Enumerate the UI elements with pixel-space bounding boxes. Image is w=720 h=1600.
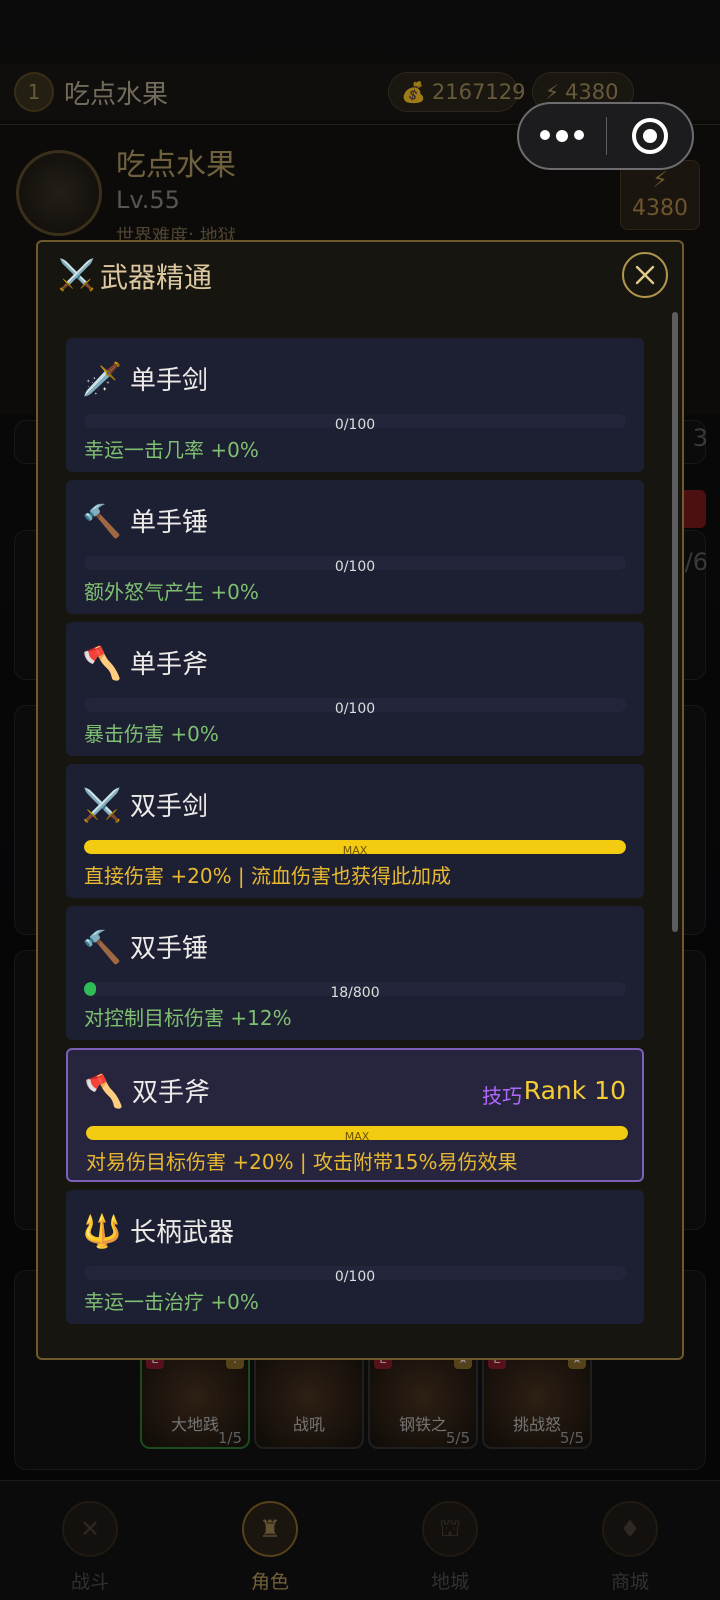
hammer-icon: 🔨 bbox=[82, 928, 122, 966]
axe-icon: 🪓 bbox=[82, 644, 122, 682]
mastery-card[interactable]: 🔨 单手锤 0/100 额外怒气产生 +0% bbox=[66, 480, 644, 614]
dot-icon bbox=[556, 130, 569, 142]
axe-icon: 🪓 bbox=[84, 1072, 124, 1110]
dot-icon bbox=[540, 130, 551, 140]
progress-text: 18/800 bbox=[330, 985, 380, 1001]
mastery-card[interactable]: 🪓 双手斧 技巧 Rank 10 MAX 对易伤目标伤害 +20% | 攻击附带15%易伤… bbox=[66, 1048, 644, 1182]
weapon-name: 单手锤 bbox=[130, 508, 209, 538]
close-button[interactable] bbox=[622, 252, 668, 298]
crossed-swords-icon: ⚔️ bbox=[82, 786, 122, 824]
progress-text: 0/100 bbox=[334, 1269, 376, 1285]
weapon-name: 双手斧 bbox=[132, 1078, 211, 1108]
modal-header: ⚔️ 武器精通 bbox=[38, 242, 682, 308]
dagger-icon: 🗡️ bbox=[82, 360, 122, 398]
weapon-name: 单手剑 bbox=[130, 366, 209, 396]
mastery-type: 技巧 bbox=[482, 1084, 522, 1108]
bonus-description: 幸运一击几率 +0% bbox=[84, 438, 259, 462]
progress-text: 0/100 bbox=[334, 701, 376, 717]
progress-text: MAX bbox=[342, 844, 368, 857]
modal-title: 武器精通 bbox=[100, 261, 213, 294]
mastery-rank: Rank 10 bbox=[523, 1076, 626, 1105]
weapon-name: 单手斧 bbox=[130, 650, 209, 680]
mastery-list: 🗡️ 单手剑 0/100 幸运一击几率 +0% 🔨 单手锤 0/100 额外怒气产生 +0% 🪓… bbox=[66, 338, 644, 1332]
weapon-mastery-modal: ⚔️ 武器精通 🗡️ 单手剑 0/100 幸运一击几率 +0% 🔨 单手锤 0/100 额外怒… bbox=[36, 240, 684, 1360]
bonus-description: 暴击伤害 +0% bbox=[84, 722, 219, 746]
more-button[interactable] bbox=[519, 130, 606, 142]
bonus-description: 直接伤害 +20% | 流血伤害也获得此加成 bbox=[84, 864, 452, 888]
weapon-name: 长柄武器 bbox=[130, 1218, 235, 1248]
progress-text: MAX bbox=[344, 1130, 370, 1143]
game-screen: 1 吃点水果 💰 2167129 ⚡ 4380 吃点水果 Lv.55 世界难度:… bbox=[0, 0, 720, 1600]
close-icon bbox=[635, 265, 655, 285]
dot-icon bbox=[574, 130, 585, 140]
miniprogram-capsule bbox=[517, 102, 694, 170]
mastery-card[interactable]: 🗡️ 单手剑 0/100 幸运一击几率 +0% bbox=[66, 338, 644, 472]
mastery-card[interactable]: 🔨 双手锤 18/800 对控制目标伤害 +12% bbox=[66, 906, 644, 1040]
bonus-description: 对易伤目标伤害 +20% | 攻击附带15%易伤效果 bbox=[86, 1150, 518, 1174]
scrollbar[interactable] bbox=[672, 312, 678, 932]
bonus-description: 额外怒气产生 +0% bbox=[84, 580, 259, 604]
bonus-description: 对控制目标伤害 +12% bbox=[84, 1006, 292, 1030]
mastery-card[interactable]: 🪓 单手斧 0/100 暴击伤害 +0% bbox=[66, 622, 644, 756]
exit-button[interactable] bbox=[607, 118, 692, 154]
polearm-icon: 🔱 bbox=[82, 1212, 122, 1250]
bonus-description: 幸运一击治疗 +0% bbox=[84, 1290, 259, 1314]
target-icon bbox=[631, 118, 668, 154]
mastery-card[interactable]: 🔱 长柄武器 0/100 幸运一击治疗 +0% bbox=[66, 1190, 644, 1324]
crossed-swords-icon: ⚔️ bbox=[58, 258, 96, 293]
progress-text: 0/100 bbox=[334, 417, 376, 433]
weapon-name: 双手锤 bbox=[130, 934, 209, 964]
hammer-icon: 🔨 bbox=[82, 502, 122, 540]
progress-text: 0/100 bbox=[334, 559, 376, 575]
weapon-name: 双手剑 bbox=[130, 792, 209, 822]
mastery-card[interactable]: ⚔️ 双手剑 MAX 直接伤害 +20% | 流血伤害也获得此加成 bbox=[66, 764, 644, 898]
